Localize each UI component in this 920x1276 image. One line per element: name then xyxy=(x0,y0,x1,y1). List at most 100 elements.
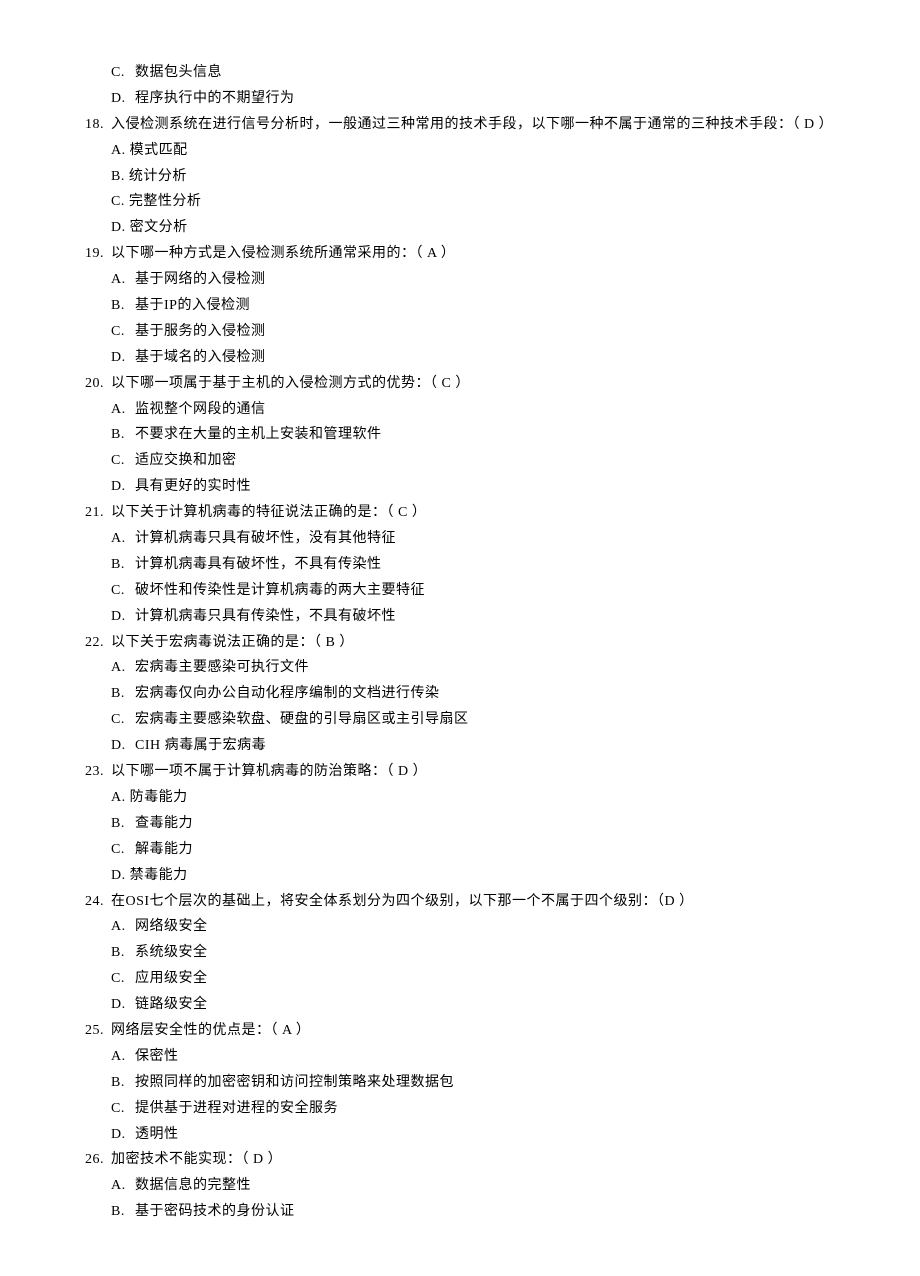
question-line: 18. 入侵检测系统在进行信号分析时，一般通过三种常用的技术手段，以下哪一种不属… xyxy=(85,112,835,138)
option-line: D. 透明性 xyxy=(85,1122,835,1148)
question-number: 22. xyxy=(85,630,111,656)
option-line: D. 基于域名的入侵检测 xyxy=(85,345,835,371)
option-label: D. xyxy=(111,474,135,500)
option-line: B. 不要求在大量的主机上安装和管理软件 xyxy=(85,422,835,448)
option-text: 保密性 xyxy=(135,1044,179,1070)
option-label: C. xyxy=(111,60,135,86)
option-line: A. 防毒能力 xyxy=(85,785,835,811)
option-text: 链路级安全 xyxy=(135,992,208,1018)
option-text: C. 完整性分析 xyxy=(111,189,201,215)
option-text: 计算机病毒具有破坏性，不具有传染性 xyxy=(135,552,382,578)
orphan-option: C. 数据包头信息 xyxy=(85,60,835,86)
option-text: 宏病毒仅向办公自动化程序编制的文档进行传染 xyxy=(135,681,440,707)
option-label: C. xyxy=(111,448,135,474)
question-stem: 加密技术不能实现：（ D ） xyxy=(111,1147,282,1173)
option-line: D. 计算机病毒只具有传染性，不具有破坏性 xyxy=(85,604,835,630)
option-text: 数据信息的完整性 xyxy=(135,1173,251,1199)
option-label: C. xyxy=(111,707,135,733)
option-text: CIH 病毒属于宏病毒 xyxy=(135,733,266,759)
option-label: B. xyxy=(111,940,135,966)
option-text: A. 防毒能力 xyxy=(111,785,188,811)
question-stem: 以下关于宏病毒说法正确的是：（ B ） xyxy=(111,630,354,656)
option-label: A. xyxy=(111,1173,135,1199)
option-text: 基于密码技术的身份认证 xyxy=(135,1199,295,1225)
question-number: 18. xyxy=(85,112,111,138)
option-line: D. 链路级安全 xyxy=(85,992,835,1018)
option-line: C. 完整性分析 xyxy=(85,189,835,215)
option-text: 程序执行中的不期望行为 xyxy=(135,86,295,112)
question-number: 21. xyxy=(85,500,111,526)
option-line: B. 计算机病毒具有破坏性，不具有传染性 xyxy=(85,552,835,578)
option-text: 数据包头信息 xyxy=(135,60,222,86)
option-text: D. 禁毒能力 xyxy=(111,863,188,889)
question-number: 26. xyxy=(85,1147,111,1173)
option-text: 透明性 xyxy=(135,1122,179,1148)
option-text: 不要求在大量的主机上安装和管理软件 xyxy=(135,422,382,448)
question-line: 24. 在OSI七个层次的基础上，将安全体系划分为四个级别，以下那一个不属于四个… xyxy=(85,889,835,915)
option-line: A. 监视整个网段的通信 xyxy=(85,397,835,423)
option-line: D. 禁毒能力 xyxy=(85,863,835,889)
option-label: A. xyxy=(111,914,135,940)
option-label: B. xyxy=(111,1070,135,1096)
option-line: B. 宏病毒仅向办公自动化程序编制的文档进行传染 xyxy=(85,681,835,707)
question-stem: 以下哪一项属于基于主机的入侵检测方式的优势：（ C ） xyxy=(111,371,470,397)
question-number: 19. xyxy=(85,241,111,267)
option-label: B. xyxy=(111,1199,135,1225)
question-number: 25. xyxy=(85,1018,111,1044)
option-text: 破坏性和传染性是计算机病毒的两大主要特征 xyxy=(135,578,425,604)
option-label: A. xyxy=(111,1044,135,1070)
option-text: D. 密文分析 xyxy=(111,215,188,241)
option-line: C. 破坏性和传染性是计算机病毒的两大主要特征 xyxy=(85,578,835,604)
question-line: 25. 网络层安全性的优点是：（ A ） xyxy=(85,1018,835,1044)
document-content: C. 数据包头信息D. 程序执行中的不期望行为18. 入侵检测系统在进行信号分析… xyxy=(85,60,835,1225)
option-text: 基于域名的入侵检测 xyxy=(135,345,266,371)
option-text: 提供基于进程对进程的安全服务 xyxy=(135,1096,338,1122)
option-text: 监视整个网段的通信 xyxy=(135,397,266,423)
option-line: A. 保密性 xyxy=(85,1044,835,1070)
question-stem: 在OSI七个层次的基础上，将安全体系划分为四个级别，以下那一个不属于四个级别：（… xyxy=(111,889,694,915)
option-text: 基于IP的入侵检测 xyxy=(135,293,250,319)
option-text: 按照同样的加密密钥和访问控制策略来处理数据包 xyxy=(135,1070,454,1096)
option-line: C. 宏病毒主要感染软盘、硬盘的引导扇区或主引导扇区 xyxy=(85,707,835,733)
option-label: A. xyxy=(111,655,135,681)
option-text: 基于服务的入侵检测 xyxy=(135,319,266,345)
option-text: 宏病毒主要感染软盘、硬盘的引导扇区或主引导扇区 xyxy=(135,707,469,733)
option-line: B. 按照同样的加密密钥和访问控制策略来处理数据包 xyxy=(85,1070,835,1096)
question-stem: 以下关于计算机病毒的特征说法正确的是：（ C ） xyxy=(111,500,426,526)
option-text: 适应交换和加密 xyxy=(135,448,237,474)
option-text: 查毒能力 xyxy=(135,811,193,837)
question-number: 24. xyxy=(85,889,111,915)
option-line: A. 宏病毒主要感染可执行文件 xyxy=(85,655,835,681)
option-line: A. 网络级安全 xyxy=(85,914,835,940)
option-label: D. xyxy=(111,604,135,630)
option-text: 宏病毒主要感染可执行文件 xyxy=(135,655,309,681)
option-text: 系统级安全 xyxy=(135,940,208,966)
question-line: 19. 以下哪一种方式是入侵检测系统所通常采用的：（ A ） xyxy=(85,241,835,267)
option-text: 应用级安全 xyxy=(135,966,208,992)
option-text: 网络级安全 xyxy=(135,914,208,940)
option-label: B. xyxy=(111,293,135,319)
option-line: D. CIH 病毒属于宏病毒 xyxy=(85,733,835,759)
option-label: C. xyxy=(111,966,135,992)
option-line: A. 计算机病毒只具有破坏性，没有其他特征 xyxy=(85,526,835,552)
option-label: A. xyxy=(111,267,135,293)
question-line: 21. 以下关于计算机病毒的特征说法正确的是：（ C ） xyxy=(85,500,835,526)
option-line: D. 具有更好的实时性 xyxy=(85,474,835,500)
option-label: D. xyxy=(111,1122,135,1148)
option-text: 解毒能力 xyxy=(135,837,193,863)
option-label: B. xyxy=(111,811,135,837)
question-stem: 入侵检测系统在进行信号分析时，一般通过三种常用的技术手段，以下哪一种不属于通常的… xyxy=(111,112,833,138)
option-label: C. xyxy=(111,837,135,863)
question-number: 23. xyxy=(85,759,111,785)
question-line: 26. 加密技术不能实现：（ D ） xyxy=(85,1147,835,1173)
option-label: C. xyxy=(111,1096,135,1122)
option-line: D. 密文分析 xyxy=(85,215,835,241)
option-text: 计算机病毒只具有传染性，不具有破坏性 xyxy=(135,604,396,630)
option-line: A. 模式匹配 xyxy=(85,138,835,164)
option-line: B. 基于IP的入侵检测 xyxy=(85,293,835,319)
question-stem: 网络层安全性的优点是：（ A ） xyxy=(111,1018,310,1044)
question-line: 20. 以下哪一项属于基于主机的入侵检测方式的优势：（ C ） xyxy=(85,371,835,397)
option-label: C. xyxy=(111,319,135,345)
question-stem: 以下哪一种方式是入侵检测系统所通常采用的：（ A ） xyxy=(111,241,455,267)
question-line: 23. 以下哪一项不属于计算机病毒的防治策略：（ D ） xyxy=(85,759,835,785)
